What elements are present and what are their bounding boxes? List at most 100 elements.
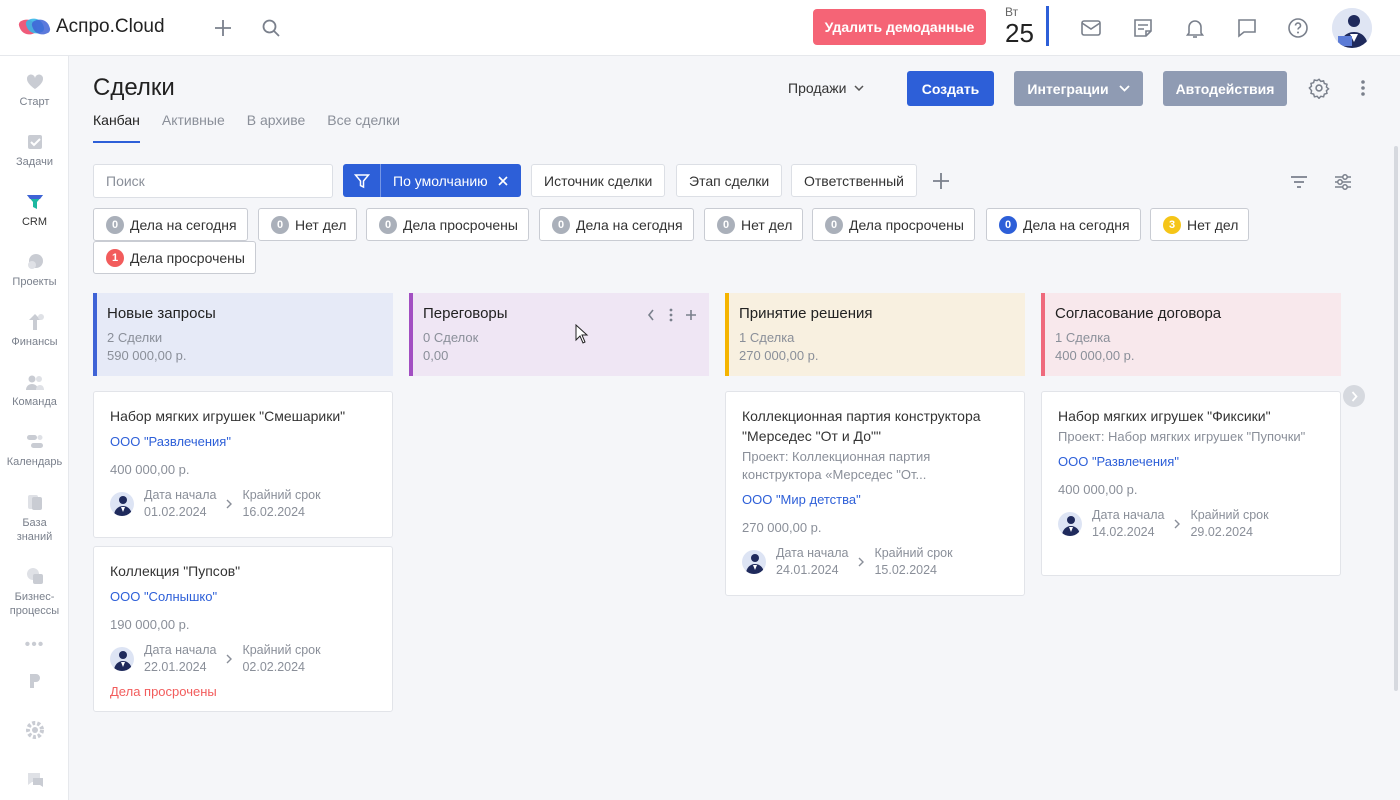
more-vertical-icon[interactable]	[1351, 76, 1375, 100]
bell-icon[interactable]	[1183, 16, 1207, 40]
chevron-right-icon	[1174, 519, 1181, 529]
deadline-date: 15.02.2024	[874, 563, 938, 577]
add-filter-icon[interactable]	[929, 169, 953, 193]
kanban-column-header[interactable]: Принятие решения 1 Сделка 270 000,00 р.	[725, 293, 1025, 376]
deal-title[interactable]: Набор мягких игрушек "Фиксики"	[1058, 406, 1324, 426]
tab-archive[interactable]: В архиве	[247, 112, 306, 143]
column-title: Переговоры	[423, 305, 508, 322]
deal-company-link[interactable]: ООО "Развлечения"	[1058, 454, 1324, 469]
sidebar-item-label: База знаний	[16, 517, 53, 543]
sidebar-item-crm[interactable]: CRM	[0, 192, 69, 228]
activity-filter[interactable]: 0 Дела просрочены	[366, 208, 529, 241]
deal-card[interactable]: Коллекция "Пупсов" ООО "Солнышко" 190 00…	[93, 546, 393, 712]
kanban-column-header[interactable]: Переговоры 0 Сделок 0,00	[409, 293, 709, 376]
activity-filter[interactable]: 1 Дела просрочены	[93, 241, 256, 274]
sidebar-item-label: Финансы	[11, 336, 58, 348]
integrations-label: Интеграции	[1027, 80, 1109, 97]
search-input[interactable]	[93, 164, 333, 198]
filter-chip-stage[interactable]: Этап сделки	[676, 164, 783, 197]
responsible-avatar[interactable]	[110, 492, 134, 516]
tab-kanban[interactable]: Канбан	[93, 112, 140, 143]
activity-filter[interactable]: 3 Нет дел	[1150, 208, 1250, 241]
sidebar-support[interactable]	[0, 770, 69, 794]
help-icon[interactable]	[1286, 16, 1310, 40]
deal-title[interactable]: Коллекционная партия конструктора "Мерсе…	[742, 406, 1008, 446]
sidebar-item-calendar[interactable]: Календарь	[0, 432, 69, 468]
kanban-column-header[interactable]: Согласование договора 1 Сделка 400 000,0…	[1041, 293, 1341, 376]
view-tabs: Канбан Активные В архиве Все сделки	[93, 112, 422, 143]
pipeline-select[interactable]: Продажи	[788, 80, 864, 96]
filter-chip-responsible[interactable]: Ответственный	[791, 164, 917, 197]
activity-filter[interactable]: 0 Дела на сегодня	[93, 208, 248, 241]
deal-title[interactable]: Коллекция "Пупсов"	[110, 561, 376, 581]
deal-project[interactable]: Проект: Коллекционная партия конструктор…	[742, 448, 1008, 484]
deal-company-link[interactable]: ООО "Солнышко"	[110, 589, 376, 604]
activity-count-badge: 1	[106, 248, 124, 267]
user-avatar[interactable]	[1332, 8, 1372, 48]
sidebar-item-start[interactable]: Старт	[0, 72, 69, 108]
activity-filter-label: Дела просрочены	[403, 216, 518, 233]
sidebar-item-knowledge-base[interactable]: База знаний	[0, 492, 69, 544]
deal-project[interactable]: Проект: Набор мягких игрушек "Пупочки"	[1058, 428, 1324, 446]
delete-demo-button[interactable]: Удалить демоданные	[813, 9, 986, 45]
activity-filter[interactable]: 0 Нет дел	[258, 208, 358, 241]
deal-card[interactable]: Набор мягких игрушек "Фиксики" Проект: Н…	[1041, 391, 1341, 576]
deal-company-link[interactable]: ООО "Мир детства"	[742, 492, 1008, 507]
activity-filter-label: Дела просрочены	[130, 249, 245, 266]
sidebar-item-tasks[interactable]: Задачи	[0, 132, 69, 168]
activity-filter-label: Нет дел	[1187, 216, 1239, 233]
chat-icon[interactable]	[1235, 16, 1259, 40]
date-day[interactable]: 25	[1005, 18, 1034, 49]
activity-filter[interactable]: 0 Дела просрочены	[812, 208, 975, 241]
activity-filter[interactable]: 0 Дела на сегодня	[986, 208, 1141, 241]
more-dots-icon[interactable]: •••	[0, 636, 69, 654]
deal-title[interactable]: Набор мягких игрушек "Смешарики"	[110, 406, 376, 426]
filter-chip-source[interactable]: Источник сделки	[531, 164, 666, 197]
activity-filter[interactable]: 0 Дела на сегодня	[539, 208, 694, 241]
vertical-scrollbar[interactable]	[1394, 146, 1398, 691]
sidebar-item-business-processes[interactable]: Бизнес-процессы	[0, 566, 69, 618]
integrations-button[interactable]: Интеграции	[1014, 71, 1143, 106]
tab-all-deals[interactable]: Все сделки	[327, 112, 400, 143]
deal-card[interactable]: Коллекционная партия конструктора "Мерсе…	[725, 391, 1025, 596]
tab-active[interactable]: Активные	[162, 112, 225, 143]
sidebar-settings[interactable]	[0, 720, 69, 744]
notes-icon[interactable]	[1131, 16, 1155, 40]
activity-filter[interactable]: 0 Нет дел	[704, 208, 804, 241]
autoactions-button[interactable]: Автодействия	[1163, 71, 1287, 106]
kanban-column-header[interactable]: Новые запросы 2 Сделки 590 000,00 р.	[93, 293, 393, 376]
logo[interactable]: Аспро.Cloud	[17, 15, 165, 38]
responsible-avatar[interactable]	[110, 647, 134, 671]
sort-icon[interactable]	[1287, 170, 1311, 194]
deal-dates: Дата начала 14.02.2024 Крайний срок 29.02.…	[1058, 507, 1324, 541]
deal-sum: 270 000,00 р.	[742, 520, 822, 535]
create-button[interactable]: Создать	[907, 71, 994, 106]
responsible-avatar[interactable]	[742, 550, 766, 574]
sidebar-item-team[interactable]: Команда	[0, 372, 69, 408]
chevron-right-icon	[226, 499, 233, 509]
start-date: 24.01.2024	[776, 563, 839, 577]
plus-icon[interactable]	[685, 309, 697, 321]
sidebar-item-projects[interactable]: Проекты	[0, 252, 69, 288]
sidebar: Старт Задачи CRM Проекты Финансы Команда…	[0, 56, 69, 800]
column-count: 1 Сделка	[1055, 330, 1111, 345]
plus-icon[interactable]	[211, 16, 235, 40]
start-date-label: Дата начала	[144, 488, 217, 502]
responsible-avatar[interactable]	[1058, 512, 1082, 536]
deal-card[interactable]: Набор мягких игрушек "Смешарики" ООО "Ра…	[93, 391, 393, 538]
search-icon[interactable]	[259, 16, 283, 40]
sliders-icon[interactable]	[1331, 170, 1355, 194]
sidebar-item-finance[interactable]: Финансы	[0, 312, 69, 348]
activity-count-badge: 3	[1163, 215, 1181, 234]
more-vertical-icon[interactable]	[669, 308, 673, 322]
filter-preset[interactable]: По умолчанию	[343, 164, 521, 197]
activity-count-badge: 0	[825, 215, 843, 234]
deal-company-link[interactable]: ООО "Развлечения"	[110, 434, 376, 449]
mail-icon[interactable]	[1079, 16, 1103, 40]
settings-gear-icon[interactable]	[1307, 76, 1331, 100]
scroll-right-button[interactable]	[1343, 385, 1365, 407]
close-icon[interactable]	[498, 175, 508, 186]
chevron-left-icon[interactable]	[647, 309, 655, 321]
deal-dates: Дата начала 01.02.2024 Крайний срок 16.02.…	[110, 487, 376, 521]
sidebar-extra-logo[interactable]	[0, 670, 69, 694]
